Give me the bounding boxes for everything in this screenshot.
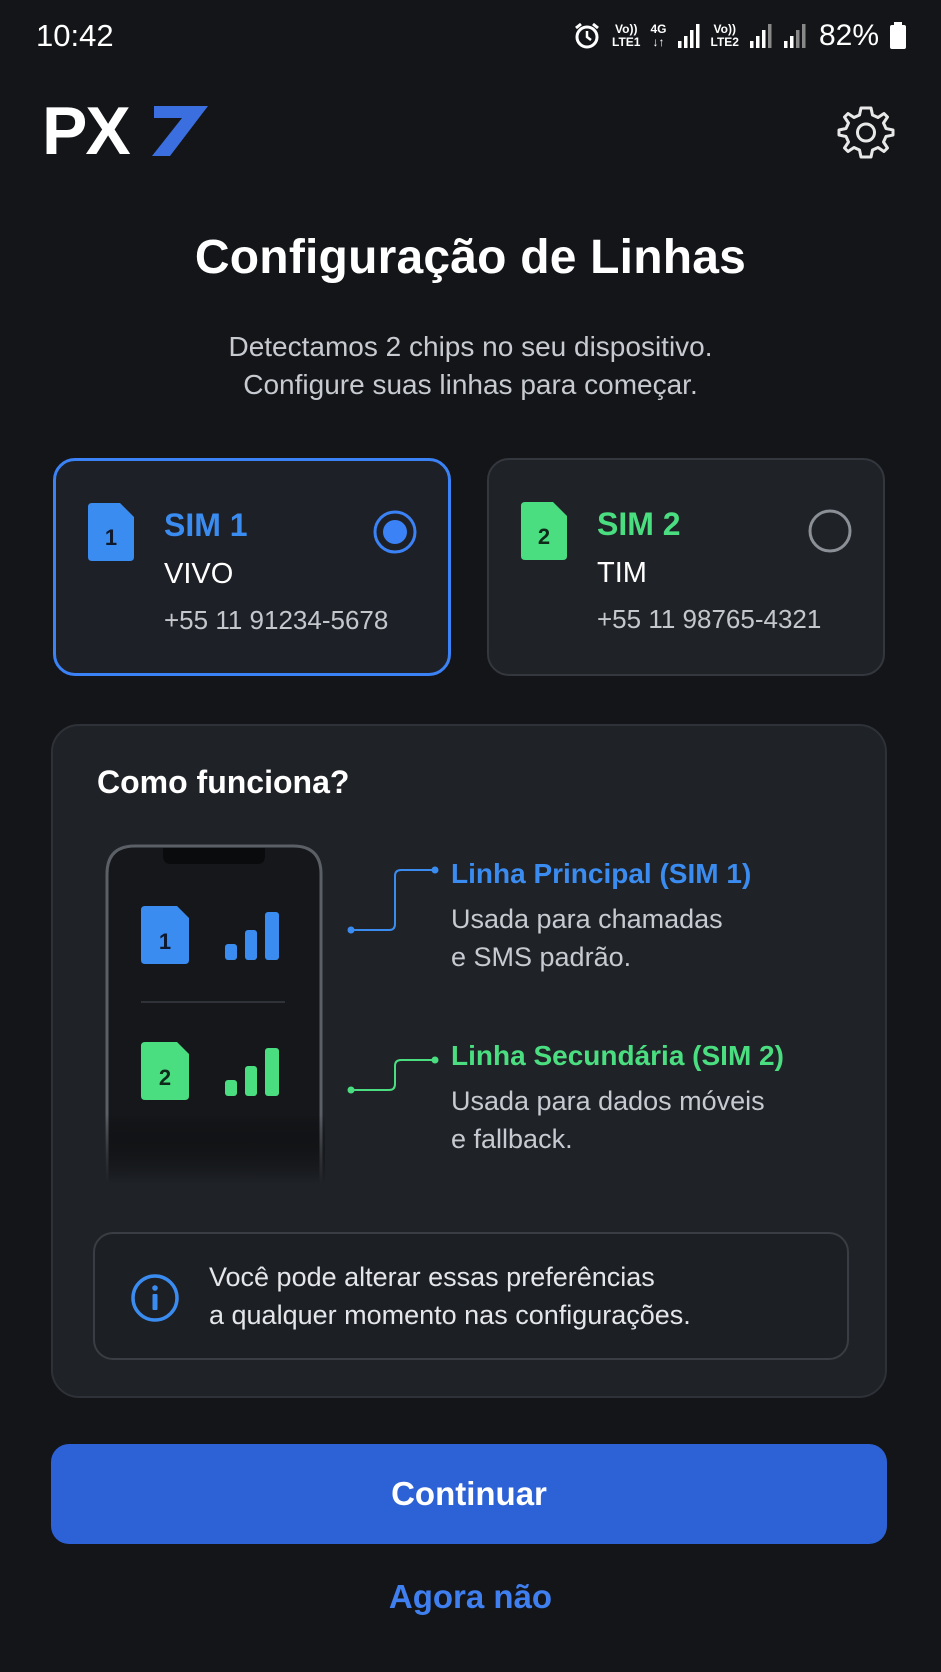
sim-1-radio-selected[interactable]	[372, 509, 418, 555]
status-icons: Vo)) LTE1 4G ↓↑ Vo)) LTE2 82%	[572, 19, 907, 53]
how-it-works-title: Como funciona?	[97, 764, 350, 800]
primary-line-info: Linha Principal (SIM 1) Usada para chama…	[451, 858, 751, 976]
signal-sim2-icon	[749, 24, 772, 48]
page-title: Configuração de Linhas	[194, 231, 747, 284]
primary-line-title: Linha Principal (SIM 1)	[451, 858, 752, 889]
page-subtitle: Detectamos 2 chips no seu dispositivo. C…	[0, 328, 941, 404]
sim-2-radio-unselected[interactable]	[807, 508, 853, 554]
sim-2-name: SIM 2	[597, 506, 681, 542]
info-text: Você pode alterar essas preferências a q…	[209, 1262, 691, 1330]
settings-gear-icon[interactable]	[836, 102, 896, 162]
svg-text:PX: PX	[42, 98, 130, 160]
sim-1-name: SIM 1	[164, 507, 248, 543]
svg-text:1: 1	[105, 525, 117, 550]
alarm-icon	[575, 22, 599, 49]
subtitle-line-1: Detectamos 2 chips no seu dispositivo.	[228, 331, 713, 362]
signal-sim1-icon	[677, 24, 699, 48]
phone-illustration: 1 2	[105, 844, 325, 1184]
signal-wifi-bars-icon	[783, 24, 806, 48]
status-time: 10:42	[36, 18, 114, 53]
status-bar: 10:42 Vo)) LTE1 4G ↓↑ Vo)) LTE2 82%	[0, 0, 941, 72]
secondary-line-info: Linha Secundária (SIM 2) Usada para dado…	[451, 1040, 784, 1158]
not-now-link[interactable]: Agora não	[0, 1578, 941, 1616]
px7-logo: PX	[42, 98, 208, 160]
secondary-line-title: Linha Secundária (SIM 2)	[451, 1040, 784, 1071]
sim-2-carrier: TIM	[597, 557, 647, 589]
battery-icon	[890, 22, 906, 49]
sim-card-2[interactable]: 2 SIM 2 TIM +55 11 98765-4321	[487, 458, 885, 676]
battery-percentage: 82%	[818, 19, 879, 52]
info-icon	[131, 1274, 179, 1322]
how-it-works-panel: Como funciona? 1 2 Linha Principal (SIM …	[51, 724, 887, 1398]
svg-text:1: 1	[159, 929, 171, 954]
svg-text:2: 2	[159, 1065, 171, 1090]
sim-chip-1-icon: 1	[88, 503, 134, 561]
subtitle-line-2: Configure suas linhas para começar.	[243, 369, 698, 400]
sim2-volte-indicator: Vo)) LTE2	[710, 22, 739, 49]
svg-text:2: 2	[538, 524, 550, 549]
sim-1-carrier: VIVO	[164, 558, 234, 590]
app-header: PX	[0, 88, 941, 168]
sim-card-1[interactable]: 1 SIM 1 VIVO +55 11 91234-5678	[53, 458, 451, 676]
continue-button[interactable]: Continuar	[51, 1444, 887, 1544]
primary-line-description: Usada para chamadas e SMS padrão.	[451, 904, 723, 972]
sim-1-number: +55 11 91234-5678	[164, 605, 389, 635]
sim-chip-2-icon: 2	[521, 502, 567, 560]
info-notice: Você pode alterar essas preferências a q…	[93, 1232, 849, 1360]
sim-2-number: +55 11 98765-4321	[597, 604, 822, 634]
sim1-volte-indicator: Vo)) LTE1	[612, 22, 641, 49]
secondary-line-description: Usada para dados móveis e fallback.	[451, 1086, 765, 1154]
network-type-indicator: 4G ↓↑	[650, 22, 667, 49]
